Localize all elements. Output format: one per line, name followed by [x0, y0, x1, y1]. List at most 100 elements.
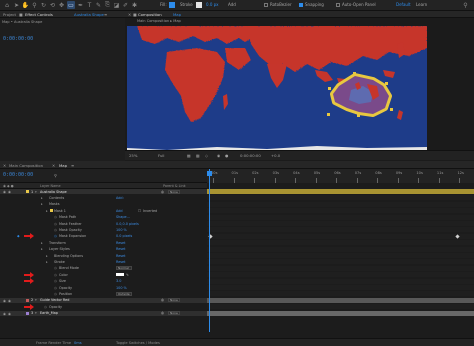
panel-menu-icon[interactable]: ≡: [71, 163, 74, 168]
tab-composition-map[interactable]: Map: [173, 12, 181, 17]
type-tool-icon[interactable]: T: [86, 1, 93, 9]
lock-icon[interactable]: ■: [133, 12, 137, 17]
search-icon[interactable]: ⚲: [54, 173, 57, 178]
inverted-checkbox[interactable]: ☐: [138, 209, 141, 213]
layer-duration-bar[interactable]: [207, 297, 474, 303]
property-row[interactable]: ▸ Transform Reset: [0, 240, 207, 245]
parent-dropdown[interactable]: None: [168, 189, 180, 194]
property-value[interactable]: 0.0,0.0 pixels: [116, 222, 139, 226]
stroke-width-value[interactable]: 0.0 px: [206, 2, 219, 7]
visibility-eye-icon[interactable]: ◉: [3, 312, 6, 316]
property-value[interactable]: 100 %: [116, 286, 127, 290]
show-channel-icon[interactable]: ●: [225, 153, 228, 158]
layer-row[interactable]: ◉ ◉ 3 ▾ Earth_Map ◎ None: [0, 310, 207, 316]
rotobezier-checkbox[interactable]: [264, 3, 268, 7]
property-value[interactable]: Reset: [116, 260, 125, 264]
property-value[interactable]: Shape...: [116, 215, 130, 219]
stopwatch-icon[interactable]: ◷: [54, 228, 57, 232]
timeline-time[interactable]: 0:00:00:00: [3, 172, 33, 178]
stopwatch-icon[interactable]: ◷: [54, 222, 57, 226]
rotate-tool-icon[interactable]: ↻: [40, 1, 47, 9]
pan-behind-tool-icon[interactable]: ✥: [58, 1, 65, 9]
layer-label-color[interactable]: [26, 298, 29, 302]
property-row[interactable]: ◷ Mask Opacity 100 %: [0, 227, 207, 232]
toggle-switches-modes[interactable]: Toggle Switches / Modes: [116, 341, 160, 345]
tab-main-composition[interactable]: Main Composition: [9, 163, 43, 168]
layer-row[interactable]: ◉ ◉ 1 ▾ Australia Shape ◎ None: [0, 189, 207, 194]
stopwatch-icon[interactable]: ◷: [54, 286, 57, 290]
resolution-dropdown[interactable]: Full: [158, 153, 165, 158]
timeline-track-area[interactable]: [207, 189, 474, 331]
stopwatch-icon[interactable]: ◷: [54, 234, 57, 238]
property-row[interactable]: ◷ Mask Path Shape...: [0, 215, 207, 220]
stopwatch-icon[interactable]: ◷: [54, 266, 57, 270]
panel-menu-icon[interactable]: ≡: [104, 12, 107, 17]
property-row[interactable]: ◷ Color ✎: [0, 271, 207, 278]
effect-controls-target[interactable]: Australia Shape: [74, 12, 104, 17]
map-composition-canvas[interactable]: [127, 26, 427, 152]
snapping-checkbox[interactable]: [299, 3, 303, 7]
layer-duration-bar[interactable]: [207, 189, 474, 194]
mask-visibility-icon[interactable]: ◇: [205, 153, 208, 158]
audio-icon[interactable]: ◉: [8, 312, 11, 316]
auto-open-panel-checkbox[interactable]: [336, 3, 340, 7]
property-row[interactable]: ▸ Mask 1 Add ☐ Inverted: [0, 208, 207, 213]
eyedropper-icon[interactable]: ✎: [126, 273, 129, 277]
expand-arrow-icon[interactable]: ▸: [41, 196, 43, 200]
property-dropdown[interactable]: Normal: [116, 266, 132, 271]
expand-arrow-icon[interactable]: ▸: [41, 241, 43, 245]
camera-tool-icon[interactable]: ⟲: [49, 1, 56, 9]
playhead[interactable]: [209, 169, 210, 332]
add-label[interactable]: Add: [228, 2, 236, 7]
stopwatch-icon[interactable]: ◷: [54, 273, 57, 277]
rectangle-tool-icon[interactable]: ▭: [67, 1, 75, 9]
layer-name[interactable]: Australia Shape: [40, 190, 67, 194]
parent-dropdown[interactable]: None: [168, 298, 180, 303]
property-row[interactable]: ◷ Position Outside: [0, 291, 207, 296]
property-value[interactable]: 100 %: [116, 228, 127, 232]
puppet-tool-icon[interactable]: ✱: [131, 1, 138, 9]
layer-duration-bar[interactable]: [207, 310, 474, 316]
time-ruler[interactable]: 00s 01s 02s 03s 04s 05s 06s 07s 08s 09s 10s 11s 12s: [207, 169, 474, 183]
fill-color-swatch[interactable]: [169, 2, 175, 8]
stroke-color-swatch[interactable]: [116, 273, 124, 277]
close-icon[interactable]: ✕: [3, 163, 6, 168]
property-row[interactable]: ◷ Size 3.0: [0, 278, 207, 285]
eraser-tool-icon[interactable]: ◪: [113, 1, 120, 9]
property-value[interactable]: 0.0 pixels: [116, 234, 132, 238]
parent-dropdown[interactable]: None: [168, 311, 180, 316]
property-row[interactable]: ◷ Mask Feather 0.0,0.0 pixels: [0, 221, 207, 226]
layer-name[interactable]: Earth_Map: [40, 311, 58, 315]
audio-icon[interactable]: ◉: [8, 299, 11, 303]
layer-name[interactable]: Guide Vector Red: [40, 298, 69, 302]
property-row[interactable]: ▸ Masks: [0, 202, 207, 207]
parent-pickwhip-icon[interactable]: ◎: [161, 190, 164, 194]
home-icon[interactable]: ⌂: [3, 1, 11, 9]
expand-arrow-icon[interactable]: ▸: [46, 254, 48, 258]
stopwatch-icon[interactable]: ◷: [44, 305, 47, 309]
expand-arrow-icon[interactable]: ▸: [46, 209, 48, 213]
stopwatch-icon[interactable]: ◷: [54, 215, 57, 219]
property-dropdown[interactable]: Outside: [116, 291, 132, 296]
expand-arrow-icon[interactable]: ▸: [41, 202, 43, 206]
lock-icon[interactable]: ■: [19, 12, 23, 17]
pen-tool-icon[interactable]: ✒: [77, 1, 84, 9]
layer-name-header[interactable]: Layer Name: [40, 184, 61, 188]
property-value[interactable]: Reset: [116, 247, 125, 251]
transparency-grid-icon[interactable]: ▩: [196, 153, 200, 158]
brush-tool-icon[interactable]: ✎: [95, 1, 102, 9]
property-row[interactable]: ▸ Layer Styles Reset: [0, 247, 207, 252]
zoom-dropdown[interactable]: 25%: [129, 153, 137, 158]
parent-link-header[interactable]: Parent & Link: [163, 184, 186, 188]
expand-arrow-icon[interactable]: ▾: [35, 311, 37, 315]
parent-pickwhip-icon[interactable]: ◎: [161, 298, 164, 302]
property-value[interactable]: Add: [116, 209, 123, 213]
close-icon[interactable]: ✕: [52, 163, 55, 168]
property-row[interactable]: ◷ Opacity 100 %: [0, 285, 207, 290]
property-row[interactable]: ◆ ◷ Mask Expansion 0.0 pixels: [0, 233, 207, 240]
stopwatch-icon[interactable]: ◷: [54, 292, 57, 296]
expand-arrow-icon[interactable]: ▸: [46, 260, 48, 264]
layer-label-color[interactable]: [26, 311, 29, 315]
workspace-default-tab[interactable]: Default: [396, 2, 411, 7]
region-of-interest-icon[interactable]: ▦: [187, 153, 191, 158]
